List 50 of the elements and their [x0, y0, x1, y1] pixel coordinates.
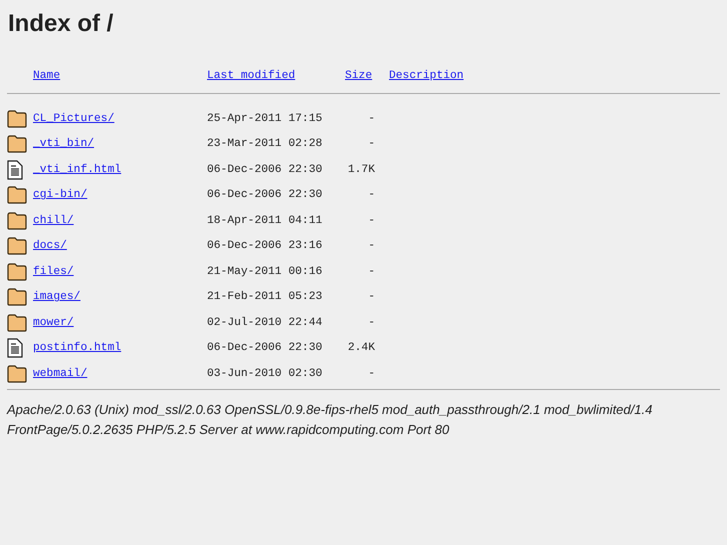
- modified-date: 25-Apr-2011 17:15: [207, 112, 324, 125]
- column-header-link[interactable]: Size: [345, 70, 389, 82]
- modified-date: 23-Mar-2011 02:28: [207, 138, 324, 150]
- file-size: 2.4K: [346, 342, 376, 354]
- document-icon: [7, 338, 23, 358]
- modified-date: 21-Feb-2011 05:23: [207, 291, 324, 304]
- file-link[interactable]: _vti_bin/: [33, 138, 207, 150]
- folder-icon: [7, 262, 27, 281]
- modified-date: 03-Jun-2010 02:30: [207, 368, 324, 380]
- modified-date: 06-Dec-2006 22:30: [207, 164, 324, 176]
- file-link[interactable]: _vti_inf.html: [33, 164, 207, 176]
- file-size: -: [367, 368, 376, 380]
- file-link[interactable]: chill/: [33, 214, 207, 227]
- column-header-link[interactable]: Name: [33, 70, 207, 82]
- folder-icon: [7, 110, 27, 128]
- modified-date: 06-Dec-2006 22:30: [207, 342, 324, 354]
- file-link[interactable]: files/: [33, 266, 207, 278]
- modified-date: 21-May-2011 00:16: [207, 266, 324, 278]
- file-size: -: [367, 214, 376, 227]
- folder-icon: [7, 314, 27, 332]
- file-size: -: [367, 240, 376, 252]
- modified-date: 06-Dec-2006 23:16: [207, 240, 324, 252]
- column-header-link[interactable]: Description: [389, 70, 464, 82]
- modified-date: 06-Dec-2006 22:30: [207, 189, 324, 202]
- file-size: -: [367, 291, 376, 304]
- file-size: -: [367, 138, 376, 150]
- file-size: -: [367, 189, 376, 202]
- column-header-link[interactable]: Last modified: [207, 70, 345, 82]
- folder-icon: [7, 186, 27, 204]
- folder-icon: [7, 237, 27, 256]
- file-link[interactable]: CL_Pictures/: [33, 112, 207, 125]
- folder-icon: [7, 212, 27, 230]
- file-size: -: [367, 112, 376, 125]
- folder-icon: [7, 135, 27, 154]
- file-link[interactable]: postinfo.html: [33, 342, 207, 354]
- file-size: -: [367, 266, 376, 278]
- file-link[interactable]: docs/: [33, 240, 207, 252]
- modified-date: 02-Jul-2010 22:44: [207, 316, 324, 329]
- file-size: -: [367, 316, 376, 329]
- file-link[interactable]: mower/: [33, 316, 207, 329]
- folder-icon: [7, 288, 27, 306]
- file-link[interactable]: images/: [33, 291, 207, 304]
- file-link[interactable]: cgi-bin/: [33, 189, 207, 202]
- page-title: Index of /: [8, 9, 114, 39]
- modified-date: 18-Apr-2011 04:11: [207, 214, 324, 227]
- folder-icon: [7, 364, 27, 383]
- server-signature: Apache/2.0.63 (Unix) mod_ssl/2.0.63 OpenSSL/0.9.8e-fips-rhel5 mod_auth_passthrough/2.1 mod_bwlimited/1.4 FrontPage/5.0.2.2635 PHP/5.2.5 Server at www.rapidcomputing.com Port 80: [7, 400, 654, 439]
- file-size: 1.7K: [346, 164, 376, 176]
- document-icon: [7, 160, 23, 180]
- file-link[interactable]: webmail/: [33, 368, 207, 380]
